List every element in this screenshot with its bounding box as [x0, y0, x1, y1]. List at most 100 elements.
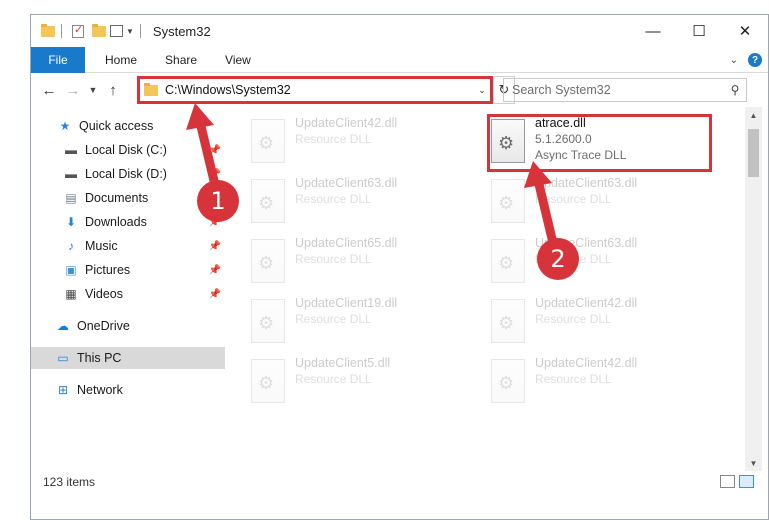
file-description: Resource DLL	[295, 312, 372, 326]
address-history-chevron-icon[interactable]: ⌄	[474, 85, 490, 96]
maximize-button[interactable]: ☐	[676, 15, 722, 47]
dll-file-icon	[251, 119, 285, 163]
file-description: Resource DLL	[295, 132, 372, 146]
customize-toolbar-chevron-icon[interactable]: ▼	[126, 27, 134, 36]
file-name: UpdateClient63.dll	[295, 176, 398, 190]
item-count: 123 items	[43, 475, 96, 489]
dll-file-icon	[491, 299, 525, 343]
vertical-scrollbar[interactable]: ▲ ▼	[745, 107, 762, 471]
dll-file-icon	[251, 359, 285, 403]
tab-file[interactable]: File	[31, 46, 85, 73]
back-button[interactable]: ←	[37, 78, 61, 102]
file-list: UpdateClient42.dll Resource DLL UpdateCl…	[227, 107, 741, 471]
nav-item-label: Music	[85, 239, 118, 253]
scroll-thumb[interactable]	[748, 129, 759, 177]
file-description: Resource DLL	[535, 372, 612, 386]
nav-item-videos[interactable]: ▦ Videos 📌	[31, 283, 225, 305]
nav-item-onedrive[interactable]: ☁ OneDrive	[31, 315, 225, 337]
separator	[61, 24, 62, 38]
file-name: UpdateClient42.dll	[535, 296, 638, 310]
dll-file-icon	[491, 359, 525, 403]
nav-item-local-disk-c[interactable]: ▬ Local Disk (C:) 📌	[31, 139, 225, 161]
scroll-down-arrow-icon[interactable]: ▼	[745, 455, 762, 471]
videos-icon: ▦	[65, 287, 77, 301]
up-button[interactable]: ↑	[101, 78, 125, 102]
nav-item-network[interactable]: ⊞ Network	[31, 379, 225, 401]
view-options-icon[interactable]	[110, 25, 123, 37]
file-item[interactable]: UpdateClient42.dll Resource DLL	[251, 115, 471, 171]
search-icon[interactable]: ⚲	[724, 83, 746, 97]
nav-item-this-pc[interactable]: ▭ This PC	[31, 347, 225, 369]
documents-icon: ▤	[65, 191, 77, 205]
file-description: Resource DLL	[295, 192, 372, 206]
title-bar: ▼ System32 — ☐ ✕	[31, 15, 768, 47]
nav-item-music[interactable]: ♪ Music 📌	[31, 235, 225, 257]
pin-icon: 📌	[208, 264, 221, 276]
nav-item-label: OneDrive	[77, 319, 130, 333]
file-item[interactable]: UpdateClient42.dll Resource DLL	[491, 355, 711, 411]
file-item[interactable]: UpdateClient42.dll Resource DLL	[491, 295, 711, 351]
pin-icon: 📌	[208, 288, 221, 300]
step-2-badge: 2	[537, 238, 579, 280]
minimize-button[interactable]: —	[630, 15, 676, 47]
dll-file-icon	[251, 299, 285, 343]
expand-ribbon-chevron-icon[interactable]: ⌄	[730, 55, 738, 66]
file-name: UpdateClient42.dll	[535, 356, 638, 370]
nav-item-pictures[interactable]: ▣ Pictures 📌	[31, 259, 225, 281]
nav-item-label: Network	[77, 383, 123, 397]
details-view-icon[interactable]	[720, 475, 735, 488]
file-name: UpdateClient63.dll	[535, 176, 638, 190]
navigation-pane: ★ Quick access ▬ Local Disk (C:) 📌 ▬ Loc…	[31, 113, 225, 471]
dll-file-icon	[251, 239, 285, 283]
nav-item-label: Local Disk (D:)	[85, 167, 167, 181]
network-icon: ⊞	[57, 383, 69, 397]
nav-item-label: Quick access	[79, 119, 154, 133]
file-name: UpdateClient5.dll	[295, 356, 391, 370]
address-bar[interactable]: C:\Windows\System32 ⌄	[137, 76, 493, 104]
file-description: Resource DLL	[535, 312, 612, 326]
file-item[interactable]: UpdateClient63.dll Resource DLL	[491, 175, 711, 231]
new-folder-icon[interactable]	[92, 23, 106, 37]
folder-icon	[144, 82, 158, 96]
highlight-box-atrace	[487, 114, 712, 172]
address-path[interactable]: C:\Windows\System32	[165, 83, 474, 97]
help-icon[interactable]: ?	[748, 53, 762, 67]
scroll-up-arrow-icon[interactable]: ▲	[745, 107, 762, 123]
nav-item-documents[interactable]: ▤ Documents 📌	[31, 187, 225, 209]
file-item[interactable]: UpdateClient63.dll Resource DLL	[251, 175, 471, 231]
file-description: Resource DLL	[295, 372, 372, 386]
file-item[interactable]: UpdateClient5.dll Resource DLL	[251, 355, 471, 411]
search-placeholder: Search System32	[512, 83, 611, 97]
close-button[interactable]: ✕	[722, 15, 768, 47]
star-icon: ★	[59, 119, 71, 133]
file-item[interactable]: UpdateClient65.dll Resource DLL	[251, 235, 471, 291]
file-description: Resource DLL	[535, 192, 612, 206]
pictures-icon: ▣	[65, 263, 77, 277]
file-item[interactable]: UpdateClient63.dll Resource DLL	[491, 235, 711, 291]
nav-item-label: This PC	[77, 351, 122, 365]
tab-view[interactable]: View	[211, 47, 265, 73]
download-icon: ⬇	[65, 215, 77, 229]
step-1-badge: 1	[197, 180, 239, 222]
large-icons-view-icon[interactable]	[739, 475, 754, 488]
file-item[interactable]: UpdateClient19.dll Resource DLL	[251, 295, 471, 351]
nav-item-downloads[interactable]: ⬇ Downloads 📌	[31, 211, 225, 233]
dll-file-icon	[491, 239, 525, 283]
forward-button[interactable]: →	[61, 78, 85, 102]
pin-icon: 📌	[208, 240, 221, 252]
file-name: UpdateClient65.dll	[295, 236, 398, 250]
separator	[139, 24, 141, 38]
tab-share[interactable]: Share	[151, 47, 211, 73]
pin-icon: 📌	[208, 168, 221, 180]
nav-item-label: Pictures	[85, 263, 131, 277]
file-name: UpdateClient42.dll	[295, 116, 398, 130]
recent-locations-chevron-icon[interactable]: ▼	[85, 78, 101, 102]
nav-item-quick-access[interactable]: ★ Quick access	[31, 115, 225, 137]
tab-home[interactable]: Home	[91, 47, 151, 73]
nav-item-local-disk-d[interactable]: ▬ Local Disk (D:) 📌	[31, 163, 225, 185]
properties-icon[interactable]	[72, 23, 84, 38]
search-input[interactable]: Search System32 ⚲	[503, 78, 747, 102]
pin-icon: 📌	[208, 144, 221, 156]
window-title: System32	[152, 23, 211, 39]
dll-file-icon	[491, 179, 525, 223]
